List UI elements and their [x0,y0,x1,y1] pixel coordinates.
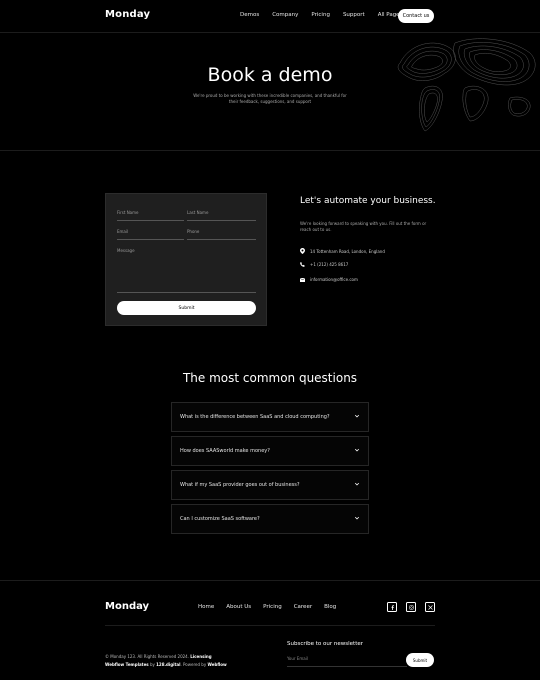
phone-field[interactable]: Phone [187,229,199,234]
nav-support[interactable]: Support [343,12,365,18]
phone-text[interactable]: +1 (212) 425 8617 [310,262,348,267]
agency-link[interactable]: 128.digital [156,662,180,667]
newsletter-email-input[interactable]: Your Email [287,656,308,661]
social-links [387,602,444,612]
footer-link-blog[interactable]: Blog [324,604,336,610]
copyright-text: © Monday 123. All Rights Reserved 2024. [105,654,189,659]
footer-links: Home About Us Pricing Career Blog [198,604,348,610]
footer-link-pricing[interactable]: Pricing [263,604,282,610]
templates-link[interactable]: Webflow Templates [105,662,149,667]
footer-link-about[interactable]: About Us [226,604,251,610]
nav-links: Demos Company Pricing Support All Pages [240,12,415,18]
licensing-link[interactable]: Licensing [190,654,211,659]
powered-text: . Powered by [180,662,207,667]
faq-item[interactable]: Can I customize SaaS software? [171,504,369,534]
footer-link-home[interactable]: Home [198,604,214,610]
phone-icon [300,262,310,267]
first-name-field[interactable]: First Name [117,210,139,215]
hero-subtitle: We're proud to be working with these inc… [193,93,347,104]
email-field[interactable]: Email [117,229,128,234]
mail-icon [300,277,310,282]
contact-us-button[interactable]: Contact us [398,9,434,23]
faq-title: The most common questions [182,371,358,385]
copyright: © Monday 123. All Rights Reserved 2024. … [105,653,227,669]
submit-button[interactable]: Submit [117,301,256,315]
faq-item[interactable]: How does SAASworld make money? [171,436,369,466]
last-name-underline [187,220,256,221]
nav-demos[interactable]: Demos [240,12,259,18]
instagram-icon[interactable] [406,602,416,612]
top-nav: Monday Demos Company Pricing Support All… [0,0,540,33]
footer-inner-divider [105,625,435,626]
location-pin-icon [300,248,310,254]
chevron-down-icon [354,414,360,418]
facebook-icon[interactable] [387,602,397,612]
first-name-underline [117,220,184,221]
email-row: information@office.com [300,277,358,282]
page: Monday Demos Company Pricing Support All… [0,0,540,680]
chevron-down-icon [354,482,360,486]
faq-item[interactable]: What if my SaaS provider goes out of bus… [171,470,369,500]
hero-title: Book a demo [207,64,333,86]
message-underline [117,292,256,293]
address-row: 14 Tottenham Road, London, England [300,248,385,254]
nav-company[interactable]: Company [272,12,298,18]
chevron-down-icon [354,448,360,452]
nav-pricing[interactable]: Pricing [311,12,330,18]
last-name-field[interactable]: Last Name [187,210,208,215]
phone-underline [187,239,256,240]
contact-title: Let's automate your business. [300,196,436,206]
chevron-down-icon [354,516,360,520]
footer-link-career[interactable]: Career [294,604,312,610]
footer-logo[interactable]: Monday [105,601,149,612]
demo-form: First Name Last Name Email Phone Message… [105,193,267,326]
phone-row: +1 (212) 425 8617 [300,262,348,267]
newsletter-title: Subscribe to our newsletter [287,641,364,647]
faq-question: What if my SaaS provider goes out of bus… [180,482,300,488]
footer-divider [0,580,540,581]
logo[interactable]: Monday [105,9,150,20]
faq-question: How does SAASworld make money? [180,448,270,454]
email-underline [117,239,184,240]
address-text: 14 Tottenham Road, London, England [310,248,385,254]
email-text[interactable]: information@office.com [310,277,358,282]
newsletter-submit-button[interactable]: Submit [406,653,434,667]
faq-item[interactable]: What is the difference between SaaS and … [171,402,369,432]
newsletter-input-underline [287,666,407,667]
contact-subtitle: We're looking forward to speaking with y… [300,221,427,232]
hero: Book a demo We're proud to be working wi… [0,33,540,151]
by-text: by [149,662,155,667]
webflow-link[interactable]: Webflow [207,662,226,667]
x-twitter-icon[interactable] [425,602,435,612]
faq-question: What is the difference between SaaS and … [180,414,330,420]
message-field[interactable]: Message [117,248,135,253]
faq-question: Can I customize SaaS software? [180,516,260,522]
